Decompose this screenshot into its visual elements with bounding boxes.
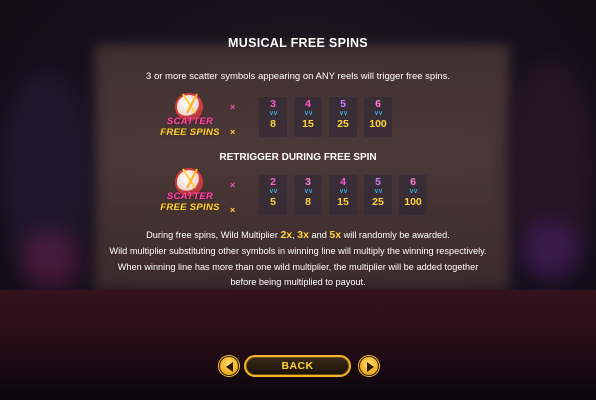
symbol-count: 3 (305, 176, 311, 188)
payout-value: 8 (305, 196, 311, 208)
payout-value: 5 (270, 196, 276, 208)
symbol-count: 5 (340, 98, 346, 110)
arrow-left-icon (226, 362, 233, 372)
chevron-down-icon: ∨∨ (268, 188, 278, 195)
description-line-4: before being multiplied to payout. (230, 277, 366, 287)
prev-page-button[interactable] (219, 356, 239, 376)
free-spins-label: FREE SPINS (160, 127, 220, 138)
free-spins-label: FREE SPINS (160, 202, 220, 213)
drumsticks-icon (182, 168, 198, 189)
scatter-label: SCATTER (166, 116, 214, 127)
payout-value: 15 (337, 196, 349, 208)
symbol-count: 6 (410, 176, 416, 188)
symbol-count: 4 (340, 176, 346, 188)
drumsticks-icon (182, 93, 198, 114)
next-page-button[interactable] (359, 356, 379, 376)
page-title: MUSICAL FREE SPINS (228, 36, 368, 50)
payout-value: 8 (270, 118, 276, 130)
symbol-count: 5 (375, 176, 381, 188)
symbol-count: 3 (270, 98, 276, 110)
multiplier-3x: 3x (297, 229, 309, 241)
chevron-down-icon: ∨∨ (338, 110, 348, 117)
payout-value: 25 (337, 118, 349, 130)
chevron-down-icon: ∨∨ (408, 188, 418, 195)
payout-value: 100 (369, 118, 387, 130)
symbol-count: 6 (375, 98, 381, 110)
back-button[interactable]: BACK (244, 355, 351, 377)
count-multiply-sign: × (230, 180, 236, 190)
chevron-down-icon: ∨∨ (303, 188, 313, 195)
description-line-3: When winning line has more than one wild… (117, 262, 479, 272)
retrigger-payout-column: 6 ∨∨ 100 (399, 175, 427, 215)
chevron-down-icon: ∨∨ (373, 188, 383, 195)
symbol-count: 4 (305, 98, 311, 110)
scatter-label: SCATTER (166, 191, 214, 202)
scatter-payout-column: 6 ∨∨ 100 (364, 97, 392, 137)
retrigger-payout-column: 2 ∨∨ 5 (259, 175, 287, 215)
retrigger-payout-column: 5 ∨∨ 25 (364, 175, 392, 215)
payout-multiply-sign: × (230, 127, 236, 137)
payout-value: 25 (372, 196, 384, 208)
chevron-down-icon: ∨∨ (338, 188, 348, 195)
description-line-1: During free spins, Wild Multiplier 2x, 3… (146, 229, 450, 241)
retrigger-heading: RETRIGGER DURING FREE SPIN (219, 152, 377, 163)
payout-value: 100 (404, 196, 422, 208)
paytable-page: MUSICAL FREE SPINS 3 or more scatter sym… (0, 0, 596, 400)
scatter-symbol: SCATTER FREE SPINS (155, 168, 225, 218)
intro-text: 3 or more scatter symbols appearing on A… (146, 71, 450, 82)
multiplier-2x: 2x (280, 229, 293, 241)
chevron-down-icon: ∨∨ (303, 110, 313, 117)
multiplier-5x: 5x (329, 229, 342, 241)
scatter-payout-column: 5 ∨∨ 25 (329, 97, 357, 137)
description-line-2: Wild multiplier substituting other symbo… (109, 246, 487, 256)
retrigger-payout-column: 3 ∨∨ 8 (294, 175, 322, 215)
scatter-payout-column: 3 ∨∨ 8 (259, 97, 287, 137)
chevron-down-icon: ∨∨ (373, 110, 383, 117)
scatter-symbol: SCATTER FREE SPINS (155, 93, 225, 143)
arrow-right-icon (367, 362, 374, 372)
symbol-count: 2 (270, 176, 276, 188)
payout-value: 15 (302, 118, 314, 130)
retrigger-payout-column: 4 ∨∨ 15 (329, 175, 357, 215)
payout-multiply-sign: × (230, 205, 236, 215)
count-multiply-sign: × (230, 102, 236, 112)
chevron-down-icon: ∨∨ (268, 110, 278, 117)
scatter-payout-column: 4 ∨∨ 15 (294, 97, 322, 137)
